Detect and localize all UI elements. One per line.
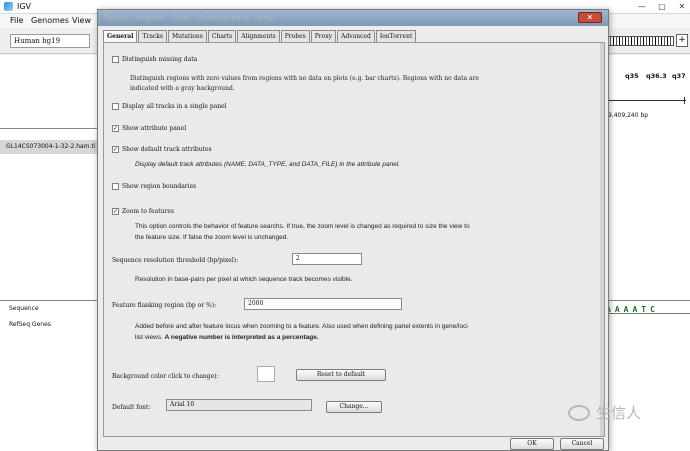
panel-scrollbar[interactable] xyxy=(600,43,604,436)
ruler-coordinate: 9,409,240 bp xyxy=(608,112,649,119)
ghost-menu-item: GenomeSpace xyxy=(198,14,249,22)
default-font-field: Arial 10 xyxy=(166,399,312,411)
ghost-menu-item: Regions xyxy=(136,14,164,22)
ghost-menu-item: Tools xyxy=(172,14,190,22)
chromosome-ideogram[interactable] xyxy=(606,36,674,46)
igv-window-title: IGV xyxy=(17,2,32,11)
preferences-dialog: Tracks Regions Tools GenomeSpace Help ✕ … xyxy=(97,9,609,451)
attribute-panel-label: Show attribute panel xyxy=(122,125,187,132)
menu-file[interactable]: File xyxy=(10,16,23,25)
dialog-close-button[interactable]: ✕ xyxy=(578,12,602,23)
dialog-title-bar[interactable]: Tracks Regions Tools GenomeSpace Help ✕ xyxy=(98,10,608,26)
refseq-track-label[interactable]: RefSeq Genes xyxy=(9,321,51,328)
maximize-icon[interactable]: ▢ xyxy=(654,1,670,12)
distinguish-missing-description-2: indicated with a gray background. xyxy=(130,85,235,92)
default-attributes-option[interactable]: ✓ Show default track attributes xyxy=(112,146,212,153)
flanking-description-bold: A negative number is interpreted as a pe… xyxy=(164,334,319,341)
flanking-input[interactable]: 2000 xyxy=(244,298,402,310)
region-boundaries-label: Show region boundaries xyxy=(122,183,197,190)
seq-threshold-description: Resolution in base-pairs per pixel at wh… xyxy=(135,276,353,283)
region-boundaries-option[interactable]: Show region boundaries xyxy=(112,183,196,190)
track-divider xyxy=(0,300,100,301)
default-font-label: Default font: xyxy=(112,404,151,411)
tab-advanced[interactable]: Advanced xyxy=(337,30,375,42)
default-attributes-description: Display default track attributes (NAME, … xyxy=(135,161,401,168)
zoom-features-description-2: the feature size. If false the zoom leve… xyxy=(135,234,289,241)
flanking-description-plain: list views. xyxy=(135,334,165,341)
ruler-tick xyxy=(684,97,685,104)
tab-iontorrent[interactable]: IonTorrent xyxy=(375,30,417,42)
window-close-icon[interactable]: ✕ xyxy=(674,1,690,12)
tab-probes[interactable]: Probes xyxy=(280,30,310,42)
band-label: q36.3 xyxy=(646,72,667,80)
single-panel-checkbox[interactable] xyxy=(112,103,119,110)
distinguish-missing-label: Distinguish missing data xyxy=(122,56,198,63)
distinguish-missing-checkbox[interactable] xyxy=(112,56,119,63)
attribute-panel-option[interactable]: ✓ Show attribute panel xyxy=(112,125,186,132)
background-color-label: Background color click to change): xyxy=(112,373,219,380)
zoom-features-description-1: This option controls the behavior of fea… xyxy=(135,223,470,230)
band-label: q35 xyxy=(625,72,639,80)
band-label: q37 xyxy=(672,72,686,80)
seq-threshold-label: Sequence resolution threshold (bp/pixel)… xyxy=(112,257,239,264)
tab-charts[interactable]: Charts xyxy=(207,30,237,42)
flanking-description-2: list views. A negative number is interpr… xyxy=(135,333,319,343)
igv-logo-icon xyxy=(4,2,13,11)
minimize-icon[interactable]: — xyxy=(634,1,650,12)
zoom-in-button[interactable]: + xyxy=(676,34,688,47)
watermark-text: 生信人 xyxy=(596,404,642,422)
preferences-tabs: General Tracks Mutations Charts Alignmen… xyxy=(103,30,417,43)
background-color-swatch[interactable] xyxy=(257,366,275,382)
reset-default-button[interactable]: Reset to default xyxy=(296,369,386,381)
track-divider xyxy=(606,300,690,301)
genome-dropdown[interactable]: Human hg19 xyxy=(10,34,90,48)
distinguish-missing-option[interactable]: Distinguish missing data xyxy=(112,56,197,63)
sequence-underline xyxy=(606,313,690,314)
seq-threshold-input[interactable]: 2 xyxy=(292,253,362,265)
track-divider xyxy=(0,128,100,129)
ghost-menu-item: Tracks xyxy=(104,14,126,22)
default-attributes-label: Show default track attributes xyxy=(122,146,212,153)
ghost-menu-item: Help xyxy=(258,14,274,22)
tab-proxy[interactable]: Proxy xyxy=(310,30,337,42)
attribute-panel-checkbox[interactable]: ✓ xyxy=(112,125,119,132)
zoom-features-label: Zoom to features xyxy=(122,208,175,215)
tab-tracks[interactable]: Tracks xyxy=(138,30,167,42)
change-font-button[interactable]: Change... xyxy=(326,401,382,413)
distinguish-missing-description-1: Distinguish regions with zero values fro… xyxy=(130,75,479,82)
track-name-panel xyxy=(0,55,100,451)
menu-genomes[interactable]: Genomes xyxy=(31,16,69,25)
cancel-button[interactable]: Cancel xyxy=(560,438,604,450)
zoom-features-checkbox[interactable]: ✓ xyxy=(112,208,119,215)
tab-mutations[interactable]: Mutations xyxy=(167,30,207,42)
menu-view[interactable]: View xyxy=(72,16,91,25)
sequence-track-label[interactable]: Sequence xyxy=(9,305,39,312)
flanking-description-1: Added before and after feature locus whe… xyxy=(135,323,468,330)
single-panel-option[interactable]: Display all tracks in a single panel xyxy=(112,103,227,110)
tab-alignments[interactable]: Alignments xyxy=(237,30,280,42)
wechat-icon xyxy=(568,405,590,421)
flanking-label: Feature flanking region (bp or %): xyxy=(112,302,217,309)
general-settings-panel: Distinguish missing data Distinguish reg… xyxy=(103,42,605,437)
zoom-features-option[interactable]: ✓ Zoom to features xyxy=(112,208,174,215)
ruler-line xyxy=(606,100,686,101)
single-panel-label: Display all tracks in a single panel xyxy=(122,103,227,110)
ok-button[interactable]: OK xyxy=(510,438,554,450)
default-attributes-checkbox[interactable]: ✓ xyxy=(112,146,119,153)
alignment-track-name[interactable]: GL14CS073004-1-32-2.ham.ti xyxy=(0,140,100,154)
region-boundaries-checkbox[interactable] xyxy=(112,183,119,190)
